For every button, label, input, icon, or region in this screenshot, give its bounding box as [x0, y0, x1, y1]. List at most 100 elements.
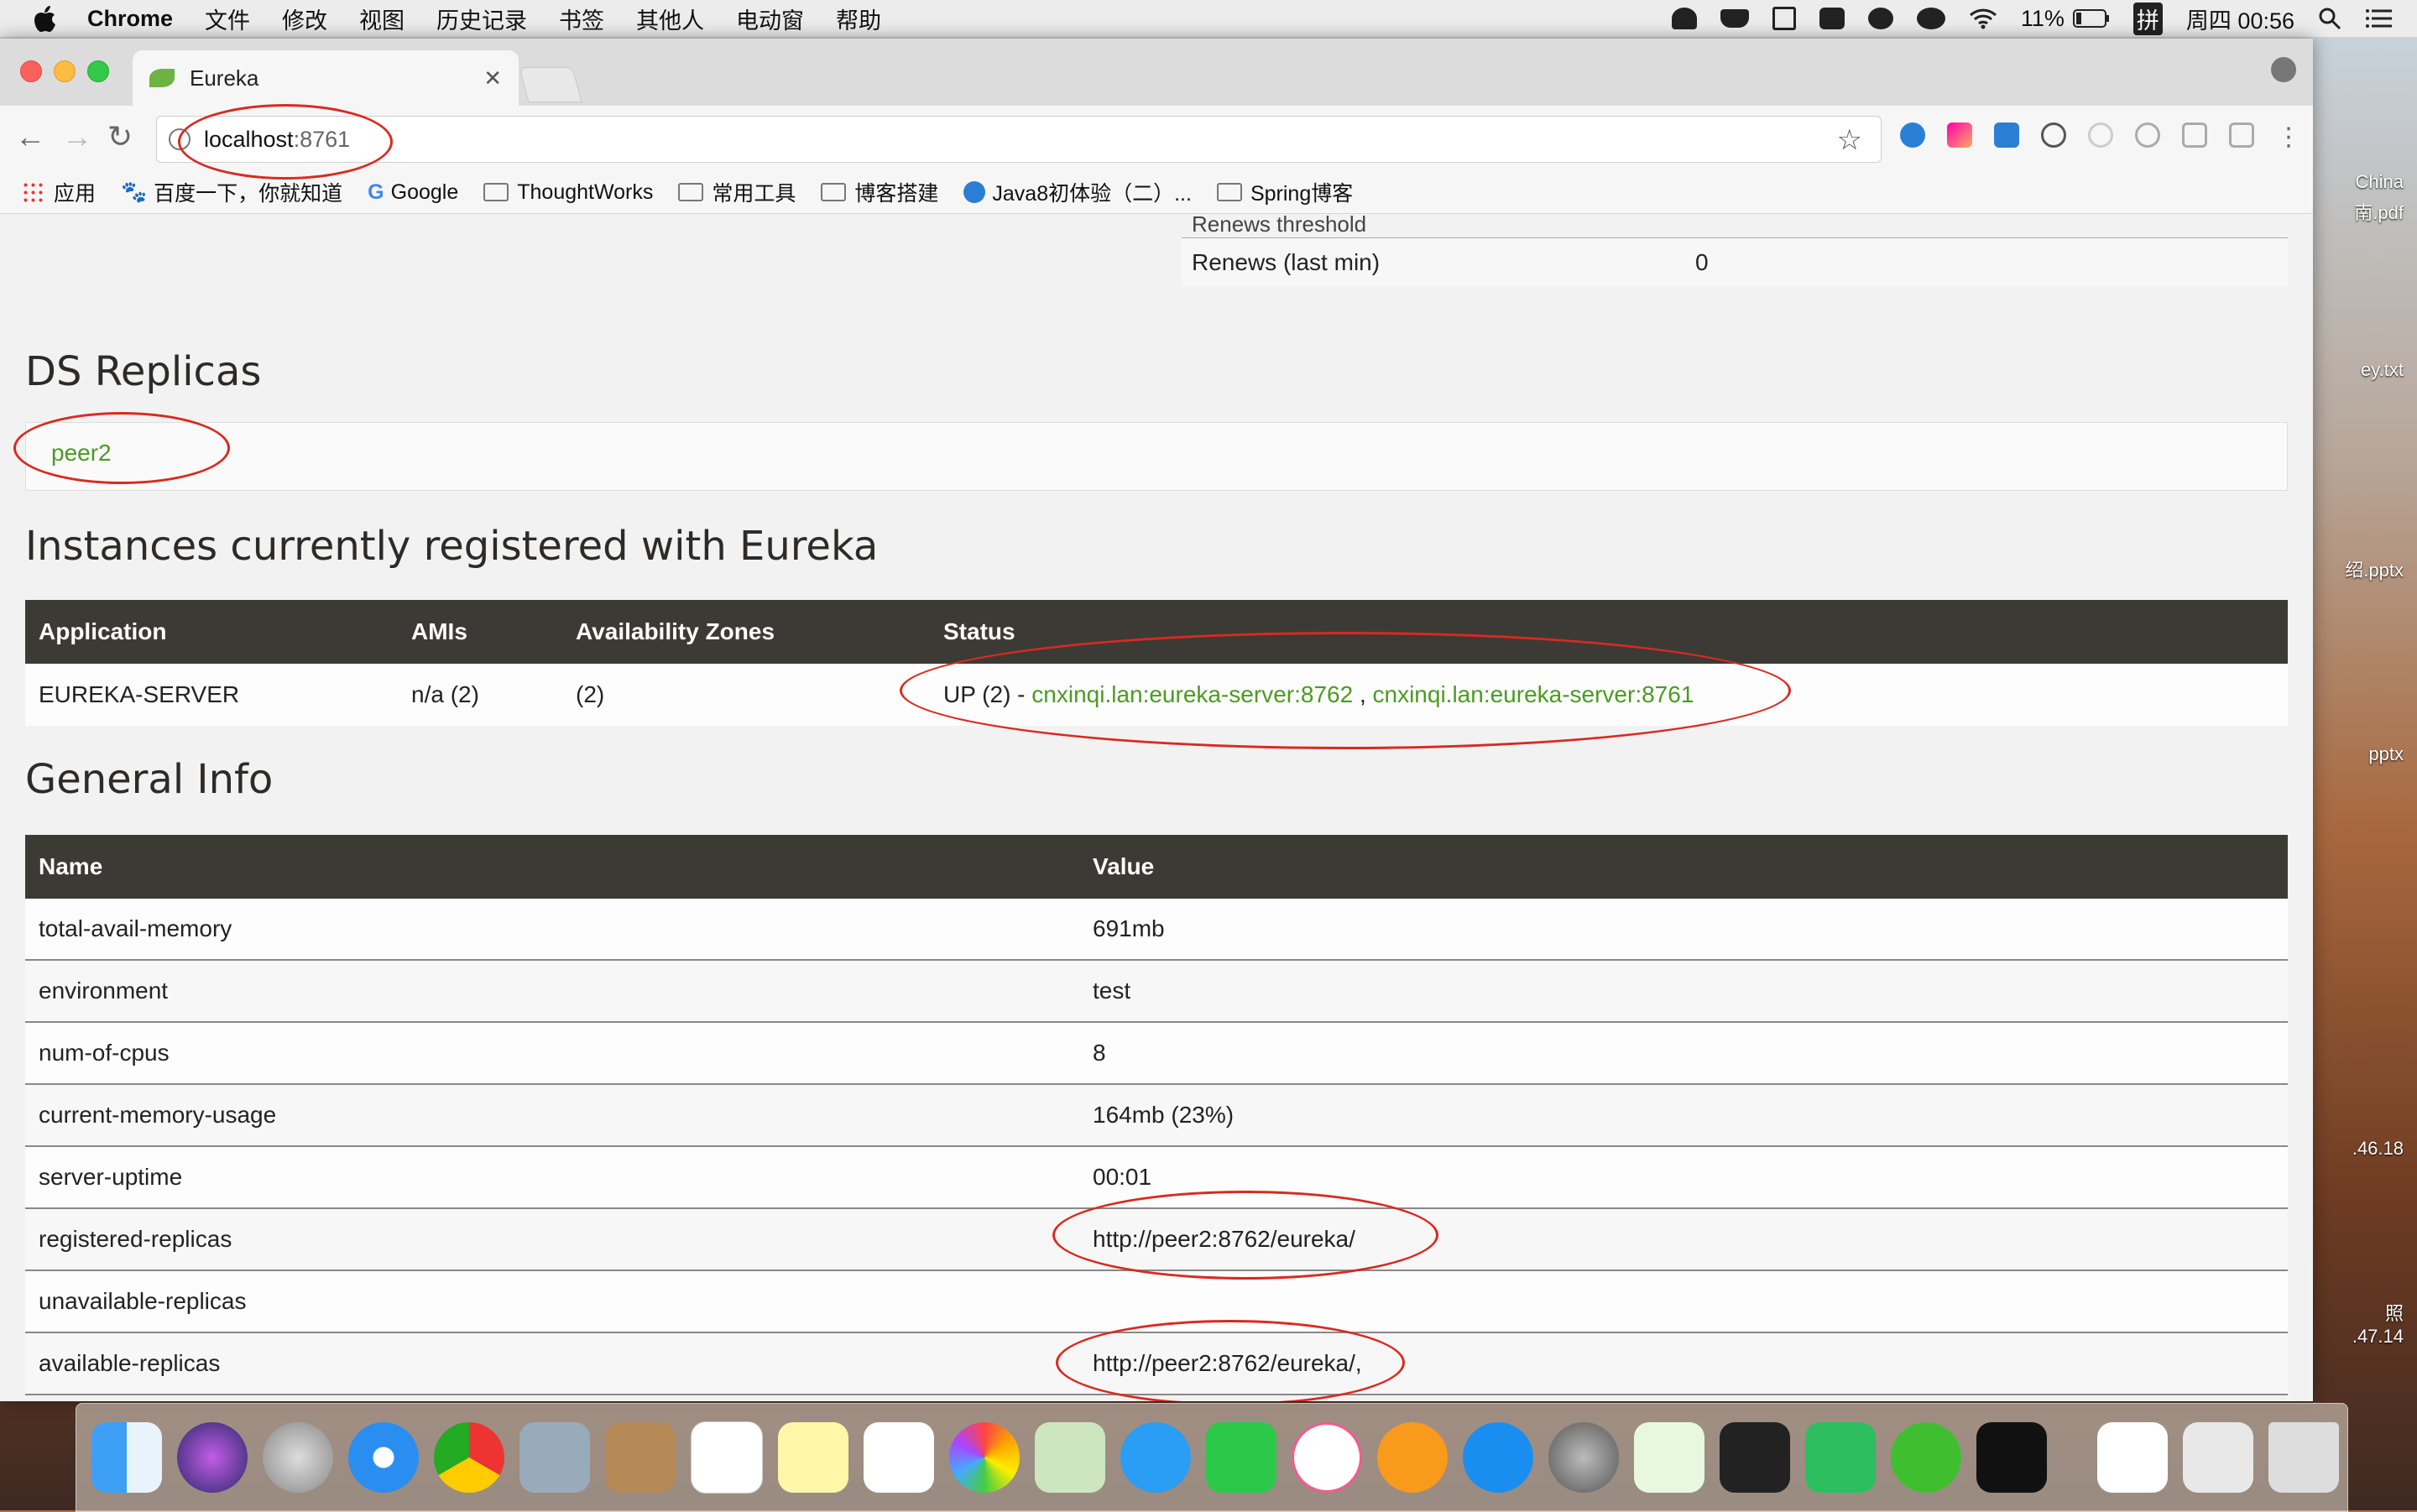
instances-table: Application AMIs Availability Zones Stat… — [25, 600, 2288, 726]
menu-help[interactable]: 帮助 — [836, 3, 881, 35]
tab-eureka[interactable]: Eureka ✕ — [133, 50, 519, 106]
extension-icon[interactable] — [2182, 123, 2207, 148]
desktop-file-label[interactable]: China — [2356, 171, 2404, 193]
wechat-icon[interactable] — [1891, 1422, 1961, 1493]
menu-file[interactable]: 文件 — [205, 3, 250, 35]
table-row: environment test — [25, 960, 2288, 1023]
profile-icon[interactable] — [2271, 57, 2296, 82]
baidu-paw-icon: 🐾 — [121, 180, 148, 204]
siri-icon[interactable] — [177, 1422, 248, 1493]
menu-view[interactable]: 视图 — [359, 3, 405, 35]
system-preferences-gear-icon[interactable] — [1548, 1422, 1619, 1493]
new-tab-button[interactable] — [519, 67, 582, 102]
bookmark-star-icon[interactable]: ☆ — [1837, 123, 1862, 157]
renews-last-min-row: Renews (last min) 0 — [1182, 238, 2288, 287]
safari-compass-icon[interactable] — [348, 1422, 419, 1493]
desktop-file-label[interactable]: 绍.pptx — [2345, 555, 2404, 582]
bookmark-spring-blog[interactable]: Spring博客 — [1216, 177, 1353, 207]
app-store-icon[interactable] — [1463, 1422, 1533, 1493]
wifi-icon[interactable] — [1969, 8, 1997, 29]
status-cell: UP (2) - cnxinqi.lan:eureka-server:8762 … — [930, 664, 2288, 726]
desktop-file-label[interactable]: 南.pdf — [2354, 198, 2404, 225]
column-header: Value — [1079, 835, 2288, 899]
extension-icon[interactable] — [1994, 123, 2019, 148]
bookmark-thoughtworks[interactable]: ThoughtWorks — [483, 180, 653, 205]
calendar-icon[interactable] — [691, 1421, 763, 1494]
column-header: Availability Zones — [562, 600, 930, 664]
desktop-file-label[interactable]: pptx — [2368, 743, 2404, 765]
bookmark-java8[interactable]: Java8初体验（二）... — [963, 177, 1192, 207]
minimize-window-button[interactable] — [54, 60, 76, 82]
notes-icon[interactable] — [778, 1422, 848, 1493]
facetime-icon[interactable] — [1206, 1422, 1276, 1493]
notification-center-icon[interactable] — [2365, 8, 2394, 29]
battery-icon[interactable] — [2072, 8, 2110, 29]
close-tab-icon[interactable]: ✕ — [483, 65, 502, 91]
reload-icon[interactable]: ↻ — [107, 119, 133, 154]
menu-people[interactable]: 其他人 — [636, 3, 704, 35]
close-window-button[interactable] — [20, 60, 42, 82]
document-stack-icon[interactable] — [2097, 1422, 2168, 1493]
docker-icon[interactable] — [1720, 9, 1749, 28]
reminders-icon[interactable] — [864, 1422, 934, 1493]
bookmark-apps[interactable]: 应用 — [22, 177, 96, 207]
spotlight-search-icon[interactable] — [2318, 7, 2341, 30]
extension-icon[interactable] — [2041, 123, 2066, 148]
maps-icon[interactable] — [1035, 1422, 1105, 1493]
input-method-indicator[interactable]: 拼 — [2132, 2, 2163, 35]
window-icon[interactable] — [1772, 7, 1796, 30]
instance-link[interactable]: cnxinqi.lan:eureka-server:8762 — [1031, 681, 1353, 707]
bookmark-common-tools[interactable]: 常用工具 — [678, 177, 796, 207]
sourcetree-icon[interactable] — [1634, 1422, 1704, 1493]
menu-history[interactable]: 历史记录 — [436, 3, 527, 35]
hat-icon[interactable] — [1671, 8, 1697, 29]
evernote-icon[interactable] — [1867, 8, 1893, 29]
trash-icon[interactable] — [2268, 1422, 2339, 1493]
menu-window[interactable]: 电动窗 — [736, 3, 804, 35]
macos-menu-bar: Chrome 文件 修改 视图 历史记录 书签 其他人 电动窗 帮助 11% 拼… — [0, 0, 2417, 38]
wechat-icon[interactable] — [1916, 8, 1945, 29]
extension-icon[interactable] — [1947, 123, 1972, 148]
ibooks-icon[interactable] — [1377, 1422, 1448, 1493]
apple-icon[interactable] — [34, 4, 59, 33]
bookmark-google[interactable]: G Google — [368, 180, 458, 205]
contacts-book-icon[interactable] — [605, 1422, 676, 1493]
back-arrow-icon[interactable]: ← — [15, 119, 45, 154]
extension-icon[interactable] — [1900, 123, 1925, 148]
intellij-idea-icon[interactable] — [1976, 1422, 2047, 1493]
chrome-menu-icon[interactable]: ⋮ — [2276, 123, 2301, 152]
itunes-music-icon[interactable] — [1292, 1422, 1362, 1493]
instance-link[interactable]: cnxinqi.lan:eureka-server:8761 — [1373, 681, 1694, 707]
menu-bookmarks[interactable]: 书签 — [559, 3, 604, 35]
desktop-file-label[interactable]: .46.18 — [2352, 1138, 2404, 1160]
forward-arrow-icon[interactable]: → — [62, 119, 92, 154]
extension-icon[interactable] — [2229, 123, 2254, 148]
screenshot-folder-icon[interactable] — [2183, 1422, 2253, 1493]
menu-app-name[interactable]: Chrome — [87, 6, 173, 32]
menu-edit[interactable]: 修改 — [282, 3, 327, 35]
s-app-icon[interactable] — [1819, 8, 1845, 29]
bookmark-baidu[interactable]: 🐾 百度一下，你就知道 — [121, 177, 342, 207]
apps-grid-icon — [22, 181, 44, 203]
column-header: Name — [25, 835, 1079, 899]
bookmark-blog-setup[interactable]: 博客搭建 — [821, 177, 938, 207]
messages-icon[interactable] — [1120, 1422, 1191, 1493]
mail-eagle-icon[interactable] — [519, 1422, 590, 1493]
table-row: total-avail-memory 691mb — [25, 899, 2288, 961]
chrome-icon[interactable] — [434, 1422, 504, 1493]
terminal-icon[interactable] — [1720, 1422, 1790, 1493]
desktop-file-label[interactable]: .47.14 — [2352, 1326, 2404, 1348]
address-bar[interactable]: localhost:8761 ☆ — [156, 116, 1882, 163]
info-icon[interactable] — [169, 128, 191, 150]
extension-icon[interactable] — [2088, 123, 2113, 148]
zoom-window-button[interactable] — [87, 60, 109, 82]
evernote-elephant-icon[interactable] — [1805, 1422, 1876, 1493]
clock[interactable]: 周四 00:56 — [2186, 3, 2294, 35]
desktop-file-label[interactable]: ey.txt — [2361, 359, 2404, 381]
extension-icon[interactable] — [2135, 123, 2160, 148]
photos-icon[interactable] — [949, 1422, 1020, 1493]
ds-replica-link[interactable]: peer2 — [51, 440, 112, 467]
desktop-file-label[interactable]: 照 — [2385, 1299, 2404, 1326]
finder-icon[interactable] — [91, 1422, 162, 1493]
launchpad-rocket-icon[interactable] — [263, 1422, 333, 1493]
